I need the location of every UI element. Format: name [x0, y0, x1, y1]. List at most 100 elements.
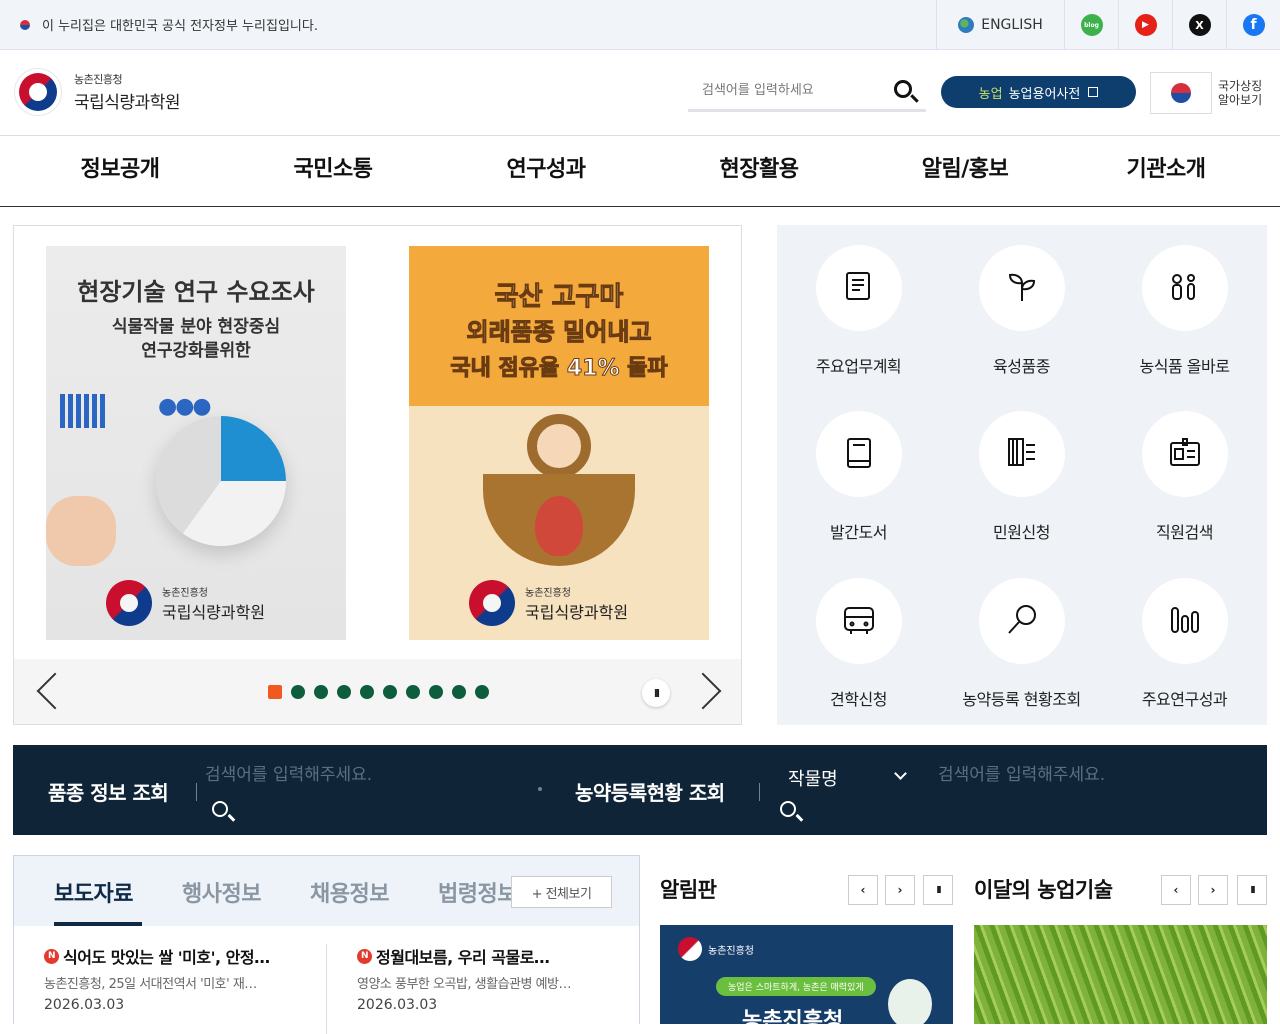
tech-next-button[interactable]: ›	[1198, 875, 1228, 905]
banner-sub: 농촌진흥청	[708, 945, 754, 957]
slider-dot[interactable]	[429, 685, 443, 699]
tab-recruitment[interactable]: 채용정보	[310, 876, 389, 908]
slider-dot[interactable]	[406, 685, 420, 699]
quick-item-tour[interactable]: 견학신청	[777, 578, 940, 710]
dictionary-button[interactable]: 농업 농업용어사전	[941, 76, 1136, 108]
slide1-inst-main: 국립식량과학원	[162, 602, 266, 622]
main-slider: 현장기술 연구 수요조사 식물작물 분야 현장중심 연구강화를위한 ●●● 농촌…	[13, 225, 742, 725]
nav-about[interactable]: 기관소개	[1078, 136, 1254, 206]
taegeuk-logo-icon	[14, 68, 62, 116]
notice-banner[interactable]: 농촌진흥청 농업은 스마트하게, 농촌은 매력있게 농촌진흥청	[660, 925, 953, 1024]
news-date: 2026.03.03	[357, 997, 438, 1013]
x-link[interactable]: X	[1172, 0, 1226, 50]
bullet	[538, 787, 542, 791]
quick-item-food-info[interactable]: 농식품 올바로	[1103, 245, 1266, 377]
site-logo[interactable]: 농촌진흥청 국립식량과학원	[14, 68, 180, 116]
slide-sweet-potato[interactable]: 국산 고구마 외래품종 밀어내고 국내 점유율 41% 돌파 농촌진흥청 국립식량…	[409, 246, 709, 640]
quick-item-publications[interactable]: 발간도서	[777, 411, 940, 543]
news-item[interactable]: N 정월대보름, 우리 곡물로… 영양소 풍부한 오곡밥, 생활습관병 예방… 2…	[357, 944, 619, 1013]
slider-pause-button[interactable]: II	[642, 679, 670, 707]
slider-dot[interactable]	[475, 685, 489, 699]
blog-link[interactable]: blog	[1064, 0, 1118, 50]
mascot-graphic	[888, 979, 932, 1024]
nav-info-disclosure[interactable]: 정보공개	[0, 136, 240, 206]
bar-graphic	[60, 394, 106, 428]
variety-search-input[interactable]	[205, 765, 525, 785]
quick-item-research-results[interactable]: 주요연구성과	[1103, 578, 1266, 710]
board-pause-button[interactable]: II	[923, 875, 953, 905]
divider	[326, 944, 327, 1034]
facebook-link[interactable]: f	[1226, 0, 1280, 50]
slider-prev-arrow-icon[interactable]	[36, 672, 74, 710]
quick-item-staff-search[interactable]: 직원검색	[1103, 411, 1266, 543]
slide1-title: 현장기술 연구 수요조사	[77, 278, 315, 306]
crop-select[interactable]: 작물명	[788, 765, 838, 791]
slider-dot[interactable]	[383, 685, 397, 699]
slider-dot[interactable]	[268, 685, 282, 699]
facebook-icon: f	[1242, 14, 1265, 36]
english-label: ENGLISH	[981, 17, 1043, 33]
slide1-institute-logo: 농촌진흥청 국립식량과학원	[106, 580, 265, 626]
hand-graphic	[46, 496, 116, 566]
form-icon	[1007, 438, 1035, 466]
magnifier-icon	[1007, 605, 1036, 634]
slider-next-arrow-icon[interactable]	[684, 672, 722, 710]
nav-field[interactable]: 현장활용	[666, 136, 852, 206]
slide2-inst-sub: 농촌진흥청	[525, 587, 571, 599]
active-tab-indicator	[54, 922, 142, 926]
board-next-button[interactable]: ›	[885, 875, 915, 905]
slider-dot[interactable]	[314, 685, 328, 699]
sprout-icon	[1008, 273, 1035, 301]
view-all-button[interactable]: + 전체보기	[511, 876, 612, 908]
quick-item-pesticide[interactable]: 농약등록 현황조회	[940, 578, 1103, 710]
tech-prev-button[interactable]: ‹	[1161, 875, 1191, 905]
taegukgi-icon	[1150, 72, 1212, 114]
dict-label: 농업용어사전	[1008, 86, 1081, 102]
slider-controls: II	[14, 659, 741, 724]
quick-label: 농약등록 현황조회	[962, 690, 1081, 709]
sweet-potato-graphic	[535, 496, 583, 556]
news-panel: 보도자료 행사정보 채용정보 법령정보 + 전체보기 N 식어도 맛있는 쌀 '미…	[13, 855, 640, 1034]
quick-item-varieties[interactable]: 육성품종	[940, 245, 1103, 377]
tab-law[interactable]: 법령정보	[438, 876, 518, 908]
national-symbol-label: 국가상징 알아보기	[1218, 79, 1263, 107]
header-search	[688, 72, 926, 112]
taegeuk-logo-icon	[106, 580, 152, 626]
search-icon[interactable]	[894, 80, 912, 98]
gov-notice: 이 누리집은 대한민국 공식 전자정부 누리집입니다.	[16, 15, 318, 34]
tech-pause-button[interactable]: II	[1237, 875, 1267, 905]
tech-title: 이달의 농업기술	[974, 878, 1113, 902]
news-item[interactable]: N 식어도 맛있는 쌀 '미호', 안정… 농촌진흥청, 25일 서대전역서 '미…	[44, 944, 306, 1013]
national-symbol-link[interactable]: 국가상징 알아보기	[1150, 72, 1262, 114]
notice-board-title: 알림판	[660, 878, 717, 902]
nav-research[interactable]: 연구성과	[426, 136, 666, 206]
pesticide-search-icon[interactable]	[780, 801, 796, 817]
pesticide-search-input[interactable]	[938, 765, 1248, 785]
gov-topbar: 이 누리집은 대한민국 공식 전자정부 누리집입니다. ENGLISH blog…	[0, 0, 1280, 50]
nav-communication[interactable]: 국민소통	[240, 136, 426, 206]
quick-label: 직원검색	[1156, 523, 1213, 542]
pie-graphic	[156, 416, 286, 546]
tab-press-release[interactable]: 보도자료	[54, 876, 133, 908]
quick-label: 발간도서	[830, 523, 887, 542]
banner-slogan: 농업은 스마트하게, 농촌은 매력있게	[716, 977, 876, 996]
tab-events[interactable]: 행사정보	[182, 876, 261, 908]
slider-dot[interactable]	[452, 685, 466, 699]
slider-dot[interactable]	[337, 685, 351, 699]
quick-item-petition[interactable]: 민원신청	[940, 411, 1103, 543]
header-search-input[interactable]	[702, 83, 892, 98]
quick-item-work-plan[interactable]: 주요업무계획	[777, 245, 940, 377]
chevron-down-icon[interactable]	[894, 767, 907, 780]
news-tabs: 보도자료 행사정보 채용정보 법령정보 + 전체보기	[14, 856, 639, 926]
slider-dot[interactable]	[291, 685, 305, 699]
slide-demand-survey[interactable]: 현장기술 연구 수요조사 식물작물 분야 현장중심 연구강화를위한 ●●● 농촌…	[46, 246, 346, 640]
slider-dot[interactable]	[360, 685, 374, 699]
gov-notice-text: 이 누리집은 대한민국 공식 전자정부 누리집입니다.	[42, 19, 318, 34]
tech-banner-photo[interactable]	[974, 925, 1267, 1024]
english-link[interactable]: ENGLISH	[936, 0, 1064, 50]
youtube-link[interactable]: ▶	[1118, 0, 1172, 50]
board-prev-button[interactable]: ‹	[848, 875, 878, 905]
variety-search-icon[interactable]	[212, 801, 228, 817]
nav-news[interactable]: 알림/홍보	[852, 136, 1078, 206]
slide2-line2: 외래품종 밀어내고	[466, 318, 652, 347]
